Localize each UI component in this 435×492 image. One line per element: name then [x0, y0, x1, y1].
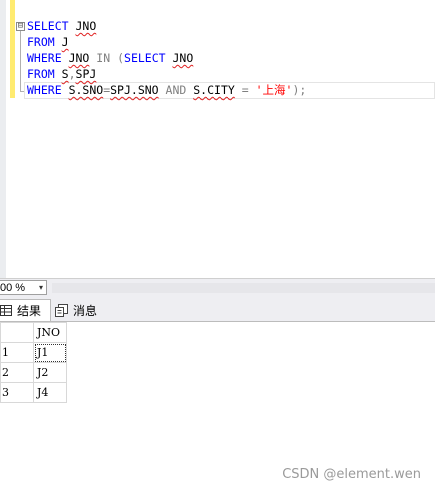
keyword: FROM	[27, 67, 55, 81]
row-number[interactable]: 3	[0, 382, 34, 403]
zoom-dropdown[interactable]: 00 % ▾	[0, 280, 47, 295]
column-header[interactable]: JNO	[33, 322, 67, 343]
tab-results[interactable]: 结果	[0, 299, 51, 321]
collapse-icon[interactable]: ⊟	[16, 22, 25, 31]
grid-icon	[0, 305, 12, 316]
table-row[interactable]: 1 J1	[0, 342, 67, 363]
results-table: JNO 1 J1 2 J2 3 J4	[0, 322, 67, 403]
identifier: S	[61, 67, 69, 81]
editor-margin	[0, 0, 6, 278]
keyword: SELECT	[27, 19, 69, 33]
identifier: SPJ	[75, 67, 97, 81]
keyword: FROM	[27, 35, 55, 49]
terminator: );	[292, 83, 307, 97]
tab-messages-label: 消息	[73, 303, 98, 318]
tab-results-label: 结果	[17, 304, 42, 318]
keyword: WHERE	[27, 83, 62, 97]
chevron-down-icon[interactable]: ▾	[39, 281, 43, 294]
comma: ,	[68, 67, 76, 81]
change-tracking-bar	[10, 0, 15, 98]
tab-messages[interactable]: 消息	[53, 299, 105, 321]
identifier: JNO	[68, 51, 90, 65]
zoom-value: 00 %	[0, 282, 26, 294]
keyword: WHERE	[27, 51, 62, 65]
row-number[interactable]: 2	[0, 362, 34, 383]
code-line-4: FROM S,SPJ	[27, 66, 306, 82]
header-row: JNO	[0, 322, 67, 343]
identifier: J	[61, 35, 69, 49]
corner-cell[interactable]	[0, 322, 34, 343]
operator: IN	[96, 51, 111, 65]
code-line-2: FROM J	[27, 34, 306, 50]
code-line-1: SELECT JNO	[27, 18, 306, 34]
operator: =	[241, 83, 249, 97]
keyword: SELECT	[124, 51, 166, 65]
table-cell[interactable]: J4	[33, 382, 67, 403]
string-literal: '上海'	[255, 83, 293, 97]
identifier: JNO	[75, 19, 97, 33]
query-editor[interactable]: ⊟ SELECT JNO FROM J WHERE JNO IN (SELECT…	[0, 0, 435, 278]
identifier: S.CITY	[193, 83, 235, 97]
messages-icon	[55, 303, 68, 317]
results-grid[interactable]: JNO 1 J1 2 J2 3 J4 CSDN @element.wen	[0, 322, 435, 492]
identifier: JNO	[172, 51, 194, 65]
table-row[interactable]: 2 J2	[0, 362, 67, 383]
identifier: SPJ.SNO	[110, 83, 159, 97]
paren: (	[117, 51, 125, 65]
ssms-query-window: ⊟ SELECT JNO FROM J WHERE JNO IN (SELECT…	[0, 0, 435, 492]
sql-code[interactable]: SELECT JNO FROM J WHERE JNO IN (SELECT J…	[27, 18, 306, 98]
editor-status-strip: 00 % ▾	[0, 278, 435, 297]
result-tabs: 结果 消息	[0, 297, 435, 322]
outline-line	[20, 31, 21, 91]
table-row[interactable]: 3 J4	[0, 382, 67, 403]
table-cell[interactable]: J2	[33, 362, 67, 383]
code-line-5: WHERE S.SNO=SPJ.SNO AND S.CITY = '上海');	[27, 82, 306, 98]
code-line-3: WHERE JNO IN (SELECT JNO	[27, 50, 306, 66]
watermark: CSDN @element.wen	[282, 467, 421, 482]
identifier: S.SNO	[68, 83, 104, 97]
horizontal-scrollbar[interactable]	[52, 283, 435, 293]
operator: AND	[165, 83, 187, 97]
table-cell[interactable]: J1	[33, 342, 67, 363]
row-number[interactable]: 1	[0, 342, 34, 363]
